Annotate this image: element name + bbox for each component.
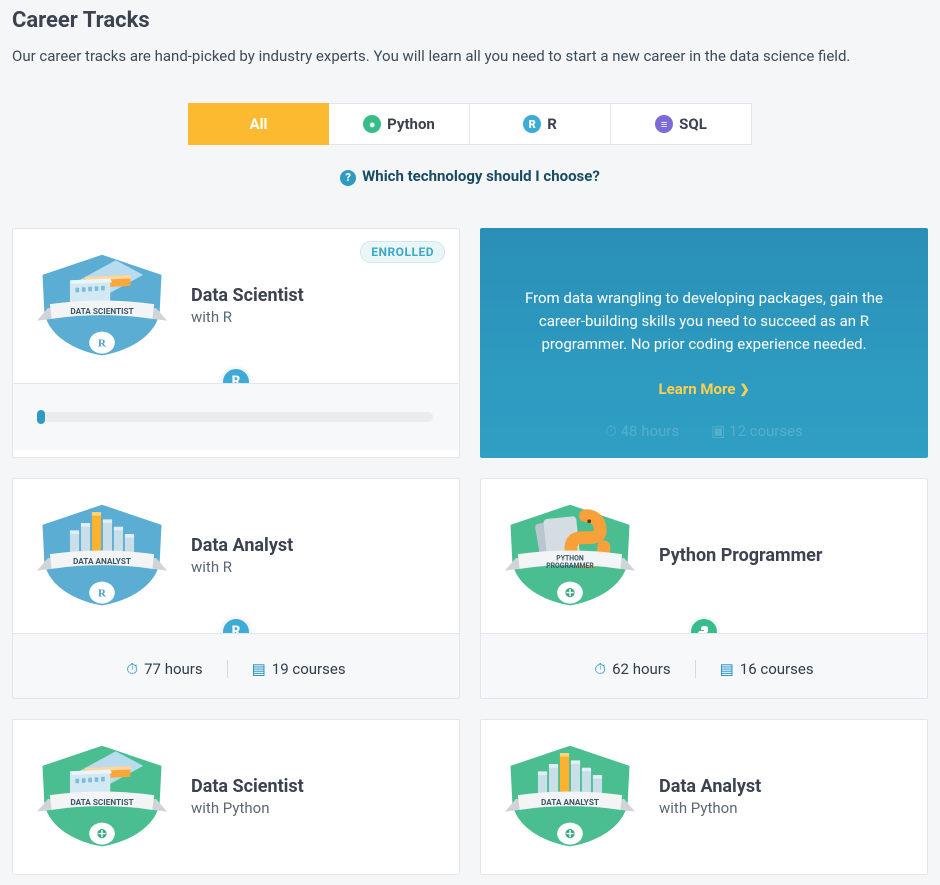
svg-text:DATA ANALYST: DATA ANALYST: [541, 798, 599, 808]
track-badge-icon: DATA ANALYST: [505, 742, 635, 852]
tab-label: Python: [387, 115, 435, 133]
promo-text: From data wrangling to developing packag…: [516, 287, 892, 357]
tab-label: SQL: [679, 115, 707, 133]
stat-courses: ▤16 courses: [720, 660, 814, 678]
svg-text:PROGRAMMER: PROGRAMMER: [546, 561, 594, 569]
sql-icon: ≡: [655, 115, 673, 133]
chevron-right-icon: ❯: [739, 382, 749, 396]
track-badge-icon: DATA ANALYST: [37, 501, 167, 611]
track-badge-icon: PYTHON PROGRAMMER: [505, 501, 635, 611]
clock-icon: ⏱: [594, 660, 606, 678]
card-top: DATA SCIENTIST Data Scientist with R R: [13, 229, 459, 383]
stat-hours: ⏱62 hours: [594, 660, 670, 678]
track-badge-icon: DATA SCIENTIST: [37, 742, 167, 852]
promo-faded-stats: ⏱ 48 hours ▣ 12 courses: [480, 422, 928, 440]
card-stats: ⏱62 hours ▤16 courses: [501, 654, 907, 678]
track-card-data-scientist-python[interactable]: DATA SCIENTIST Data Scientist with Pytho…: [12, 719, 460, 875]
tab-label: All: [249, 115, 267, 133]
help-link-text: Which technology should I choose?: [362, 167, 600, 185]
stat-hours: ⏱77 hours: [126, 660, 202, 678]
svg-text:DATA ANALYST: DATA ANALYST: [73, 557, 131, 567]
card-subtitle: with Python: [659, 799, 761, 817]
track-card-python-programmer[interactable]: PYTHON PROGRAMMER Python Programmer ⏱62 …: [480, 478, 928, 699]
card-subtitle: with R: [191, 558, 293, 576]
card-titles: Data Scientist with R: [191, 285, 304, 326]
card-titles: Data Scientist with Python: [191, 776, 304, 817]
question-icon: ?: [340, 170, 356, 186]
card-title: Python Programmer: [659, 545, 823, 566]
promo-learn-more[interactable]: Learn More ❯: [659, 380, 750, 398]
card-titles: Data Analyst with Python: [659, 776, 761, 817]
card-stats: ⏱77 hours ▤19 courses: [33, 654, 439, 678]
clock-icon: ⏱: [126, 660, 138, 678]
card-top: DATA SCIENTIST Data Scientist with Pytho…: [13, 720, 459, 874]
tab-sql[interactable]: ≡ SQL: [611, 103, 752, 145]
tab-all[interactable]: All: [188, 103, 329, 145]
tracks-grid: ENROLLED DATA SCIENTIST Data Scientist w…: [12, 228, 928, 885]
divider: [227, 660, 228, 678]
track-card-data-analyst-r[interactable]: DATA ANALYST Data Analyst with R R ⏱77 h…: [12, 478, 460, 699]
card-title: Data Analyst: [191, 535, 293, 556]
track-badge-icon: DATA SCIENTIST: [37, 251, 167, 361]
stat-courses: ▤19 courses: [252, 660, 346, 678]
r-icon: R: [523, 115, 541, 133]
card-subtitle: with R: [191, 308, 304, 326]
page-title: Career Tracks: [12, 8, 928, 33]
python-icon: ●: [363, 115, 381, 133]
divider: [695, 660, 696, 678]
list-icon: ▤: [252, 660, 266, 678]
track-card-data-analyst-python[interactable]: DATA ANALYST Data Analyst with Python: [480, 719, 928, 875]
progress-bar: [33, 404, 439, 430]
page-header: Career Tracks Our career tracks are hand…: [12, 0, 928, 77]
card-bottom: ⏱62 hours ▤16 courses: [481, 633, 927, 698]
page-subtitle: Our career tracks are hand-picked by ind…: [12, 47, 928, 65]
help-link[interactable]: ? Which technology should I choose?: [12, 167, 928, 186]
card-title: Data Analyst: [659, 776, 761, 797]
card-top: DATA ANALYST Data Analyst with R R: [13, 479, 459, 633]
card-top: PYTHON PROGRAMMER Python Programmer: [481, 479, 927, 633]
card-subtitle: with Python: [191, 799, 304, 817]
card-titles: Python Programmer: [659, 545, 823, 566]
tab-python[interactable]: ● Python: [329, 103, 470, 145]
promo-cta-label: Learn More: [659, 380, 736, 398]
card-title: Data Scientist: [191, 285, 304, 306]
tech-tabs: All ● Python R R ≡ SQL: [12, 103, 928, 145]
track-card-data-scientist-r[interactable]: ENROLLED DATA SCIENTIST Data Scientist w…: [12, 228, 460, 458]
tab-r[interactable]: R R: [470, 103, 611, 145]
card-bottom: ⏱77 hours ▤19 courses: [13, 633, 459, 698]
track-card-promo[interactable]: ⏱ 48 hours ▣ 12 courses From data wrangl…: [480, 228, 928, 458]
card-titles: Data Analyst with R: [191, 535, 293, 576]
svg-text:DATA SCIENTIST: DATA SCIENTIST: [70, 307, 133, 317]
card-bottom: [13, 383, 459, 450]
tab-label: R: [547, 115, 557, 133]
svg-text:DATA SCIENTIST: DATA SCIENTIST: [70, 798, 133, 808]
card-title: Data Scientist: [191, 776, 304, 797]
card-top: DATA ANALYST Data Analyst with Python: [481, 720, 927, 874]
list-icon: ▤: [720, 660, 734, 678]
